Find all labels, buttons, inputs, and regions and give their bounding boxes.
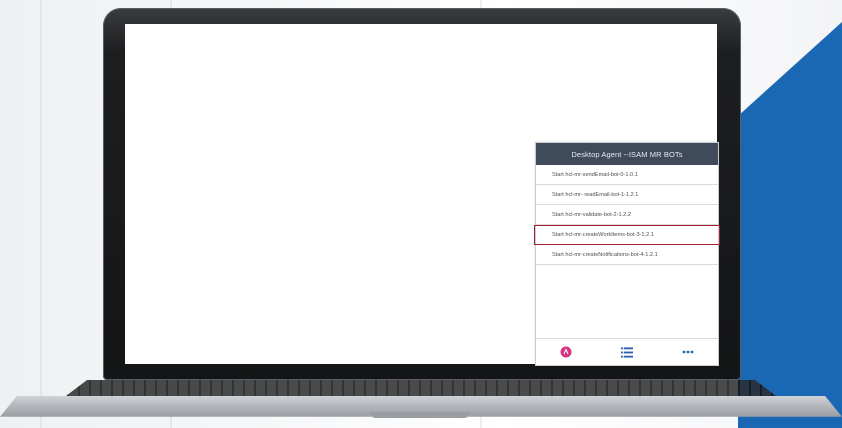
agent-logo-icon[interactable] [560, 346, 572, 358]
bot-item-label: Start hcl-mr-createNotifications-bot-4-1… [552, 251, 658, 258]
bot-item[interactable]: Start hcl-mr- readEmail-bot-1-1.2.1 [536, 185, 718, 205]
bot-item-label: Start hcl-mr-createWorkItems-bot-3-1.2.1 [552, 231, 654, 238]
bot-item[interactable]: Start hcl-mr-createNotifications-bot-4-1… [536, 245, 718, 265]
bot-list: Start hcl-mr-sendEmail-bot-0-1.0.1 Start… [534, 165, 720, 265]
more-icon[interactable] [682, 346, 694, 358]
bot-item-label: Start hcl-mr- readEmail-bot-1-1.2.1 [552, 191, 639, 198]
panel-title: Desktop Agent --ISAM MR BOTs [536, 143, 718, 165]
list-icon[interactable] [620, 346, 633, 358]
bot-item-label: Start hcl-mr-validate-bot-2-1.2.2 [552, 211, 631, 218]
bot-item[interactable]: Start hcl-mr-sendEmail-bot-0-1.0.1 [536, 165, 718, 185]
bot-item[interactable]: Start hcl-mr-validate-bot-2-1.2.2 [536, 205, 718, 225]
bot-item-label: Start hcl-mr-sendEmail-bot-0-1.0.1 [552, 171, 638, 178]
desktop-agent-panel: Desktop Agent --ISAM MR BOTs Start hcl-m… [534, 142, 720, 366]
laptop-notch [370, 412, 470, 418]
bot-item-selected[interactable]: Start hcl-mr-createWorkItems-bot-3-1.2.1 [534, 225, 720, 245]
panel-footer [536, 338, 718, 365]
